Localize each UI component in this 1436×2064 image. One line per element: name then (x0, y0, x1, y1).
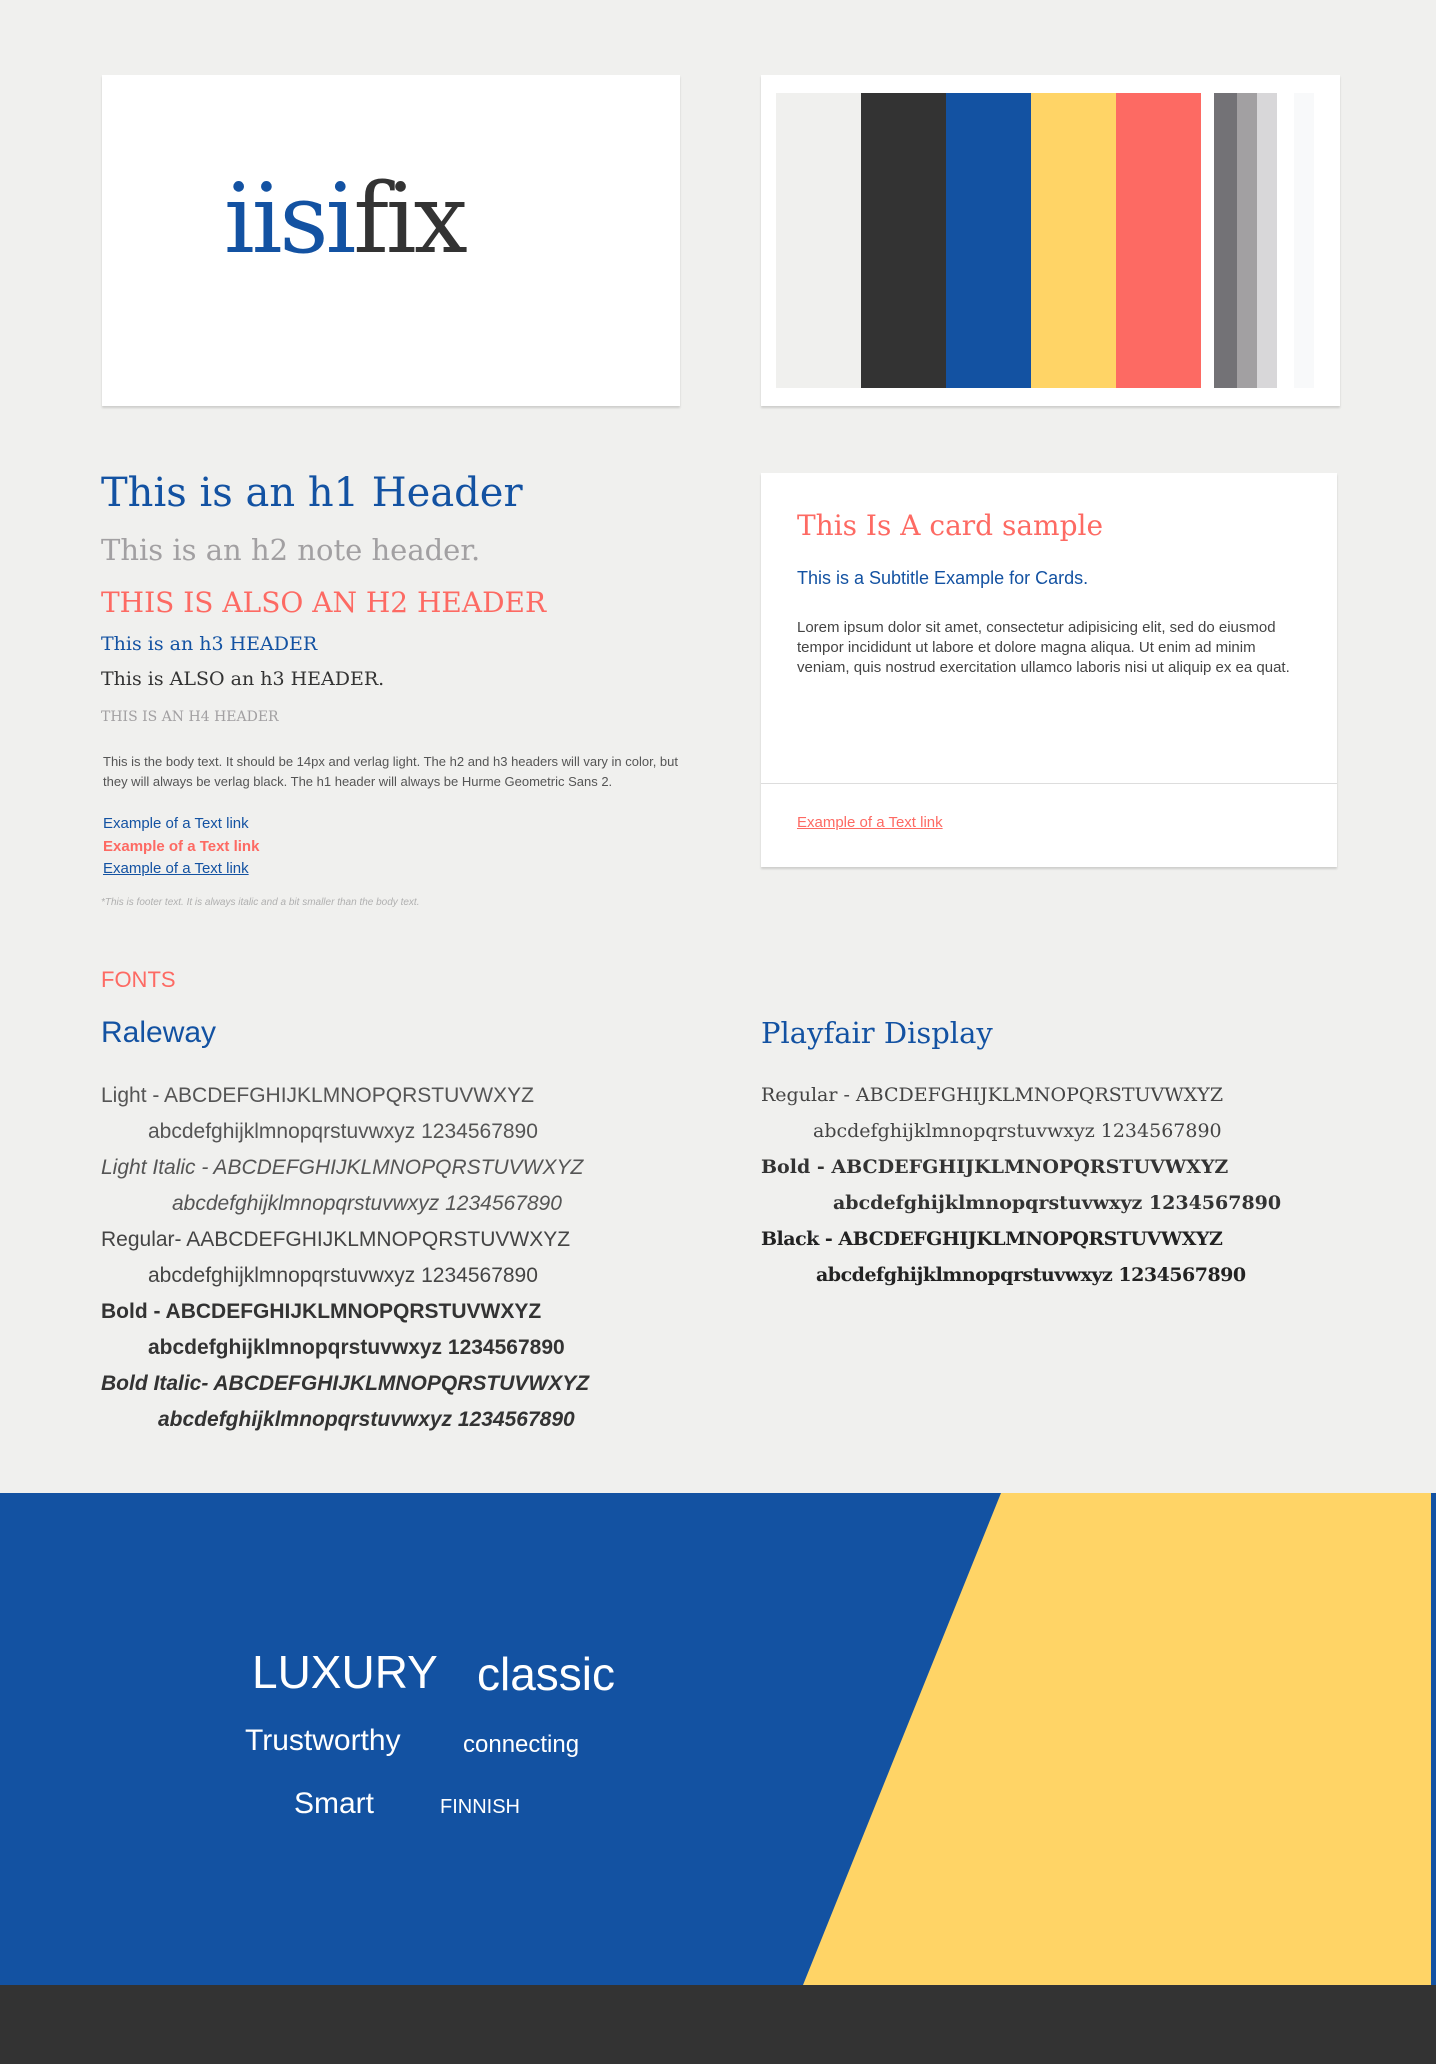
keyword-finnish: FINNISH (440, 1796, 520, 1818)
swatch-grey-light (1257, 93, 1277, 388)
sample-card: This Is A card sample This is a Subtitle… (761, 473, 1337, 867)
playfair-regular-upper: Regular - ABCDEFGHIJKLMNOPQRSTUVWXYZ (761, 1084, 1224, 1106)
swatch-grey-dark (1214, 93, 1237, 388)
h3-alt-sample: This is ALSO an h3 HEADER. (101, 668, 385, 690)
raleway-light-upper: Light - ABCDEFGHIJKLMNOPQRSTUVWXYZ (101, 1084, 534, 1107)
keyword-luxury: LUXURY (252, 1646, 438, 1698)
card-title: This Is A card sample (797, 509, 1104, 542)
fonts-label: FONTS (101, 967, 176, 992)
raleway-bold-upper: Bold - ABCDEFGHIJKLMNOPQRSTUVWXYZ (101, 1300, 542, 1323)
card-link[interactable]: Example of a Text link (797, 814, 943, 831)
raleway-light-italic-lower: abcdefghijklmnopqrstuvwxyz 1234567890 (172, 1192, 562, 1215)
raleway-regular-lower: abcdefghijklmnopqrstuvwxyz 1234567890 (148, 1264, 538, 1287)
page-footer-bar (0, 1985, 1436, 2064)
keyword-smart: Smart (294, 1787, 375, 1820)
text-link-coral[interactable]: Example of a Text link (103, 838, 259, 855)
card-subtitle: This is a Subtitle Example for Cards. (797, 568, 1089, 588)
raleway-title: Raleway (101, 1016, 217, 1049)
playfair-bold-lower: abcdefghijklmnopqrstuvwxyz 1234567890 (833, 1192, 1282, 1214)
raleway-bold-italic-upper: Bold Italic- ABCDEFGHIJKLMNOPQRSTUVWXYZ (101, 1372, 590, 1395)
swatch-off-white (1294, 93, 1314, 388)
swatch-blue (946, 93, 1031, 388)
logo: iisifix (224, 171, 468, 267)
playfair-black-lower: abcdefghijklmnopqrstuvwxyz 1234567890 (816, 1264, 1246, 1286)
keyword-classic: classic (477, 1648, 616, 1700)
swatch-coral (1116, 93, 1201, 388)
raleway-regular-upper: Regular- AABCDEFGHIJKLMNOPQRSTUVWXYZ (101, 1228, 571, 1251)
swatch-grey-mid (1237, 93, 1257, 388)
logo-part-fix: fix (353, 163, 467, 275)
card-divider (761, 783, 1337, 784)
swatch-yellow (1031, 93, 1116, 388)
raleway-bold-italic-lower: abcdefghijklmnopqrstuvwxyz 1234567890 (158, 1408, 575, 1431)
keyword-connecting: connecting (463, 1731, 580, 1758)
h3-sample: This is an h3 HEADER (101, 633, 318, 655)
playfair-bold-upper: Bold - ABCDEFGHIJKLMNOPQRSTUVWXYZ (761, 1156, 1229, 1178)
raleway-light-lower: abcdefghijklmnopqrstuvwxyz 1234567890 (148, 1120, 538, 1143)
h2-alt-sample: THIS IS ALSO AN H2 HEADER (101, 586, 547, 619)
yellow-diagonal-shape (803, 1493, 1431, 1985)
body-text-sample: This is the body text. It should be 14px… (103, 754, 678, 789)
raleway-bold-lower: abcdefghijklmnopqrstuvwxyz 1234567890 (148, 1336, 565, 1359)
color-palette-card (761, 75, 1340, 406)
text-link-underlined[interactable]: Example of a Text link (103, 860, 249, 877)
logo-card: iisifix (102, 75, 680, 406)
brand-keywords-band: LUXURY classic Trustworthy connecting Sm… (0, 1493, 1436, 1985)
swatch-dark (861, 93, 946, 388)
h1-sample: This is an h1 Header (101, 470, 523, 516)
logo-part-iisi: iisi (224, 163, 356, 275)
text-link-blue[interactable]: Example of a Text link (103, 815, 249, 832)
raleway-light-italic-upper: Light Italic - ABCDEFGHIJKLMNOPQRSTUVWXY… (101, 1156, 584, 1179)
raleway-specimens: Light - ABCDEFGHIJKLMNOPQRSTUVWXYZ abcde… (101, 1084, 701, 1444)
h4-sample: THIS IS AN H4 HEADER (101, 709, 279, 725)
playfair-specimens: Regular - ABCDEFGHIJKLMNOPQRSTUVWXYZ abc… (761, 1084, 1361, 1304)
playfair-title: Playfair Display (761, 1016, 993, 1050)
h2-note-sample: This is an h2 note header. (101, 533, 481, 567)
keyword-trustworthy: Trustworthy (245, 1724, 401, 1757)
card-body: Lorem ipsum dolor sit amet, consectetur … (797, 619, 1290, 676)
playfair-regular-lower: abcdefghijklmnopqrstuvwxyz 1234567890 (813, 1120, 1222, 1142)
playfair-black-upper: Black - ABCDEFGHIJKLMNOPQRSTUVWXYZ (761, 1228, 1223, 1250)
swatch-light-grey (776, 93, 861, 388)
footer-text-sample: *This is footer text. It is always itali… (101, 897, 420, 908)
